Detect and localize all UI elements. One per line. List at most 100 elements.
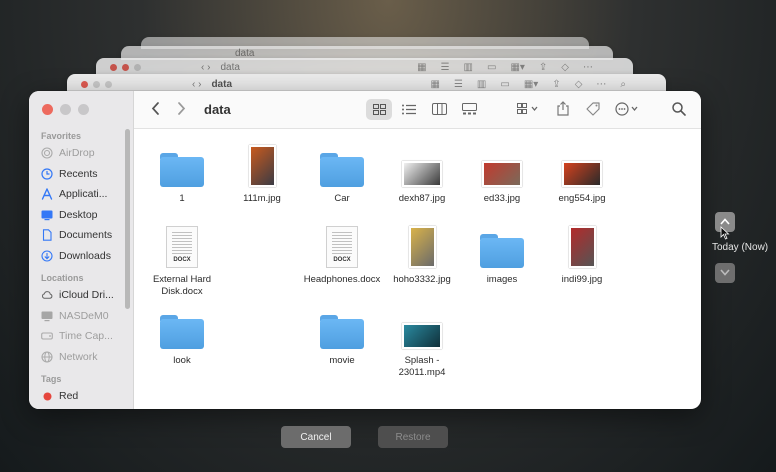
timeline-down-button[interactable] — [715, 263, 735, 283]
image-thumbnail — [568, 220, 596, 268]
file-item[interactable]: dexh87.jpg — [382, 139, 462, 205]
column-view-button[interactable] — [426, 99, 452, 120]
gallery-icon — [461, 102, 477, 118]
disk-icon — [41, 330, 53, 342]
file-item[interactable]: Car — [302, 139, 382, 205]
clock-icon — [41, 168, 53, 180]
locations-header: Locations — [41, 273, 84, 283]
finder-window: Favorites AirDrop Recents Applicati... Desk… — [29, 91, 701, 409]
sidebar: Favorites AirDrop Recents Applicati... Desk… — [29, 91, 134, 409]
sidebar-item-label: Downloads — [59, 249, 111, 262]
grid-icon — [372, 102, 386, 118]
minimize-button[interactable] — [60, 103, 71, 115]
cloud-icon — [41, 289, 53, 301]
file-name: Headphones.docx — [303, 274, 381, 285]
ghost-title: data — [211, 78, 233, 90]
folder-icon — [160, 301, 204, 349]
zoom-button[interactable] — [78, 103, 89, 115]
tag-dot-icon — [41, 390, 53, 402]
favorites-header: Favorites — [41, 131, 82, 141]
file-item[interactable]: 111m.jpg — [222, 139, 302, 205]
sidebar-item-label: iCloud Dri... — [59, 289, 114, 302]
sidebar-item-favorite-4[interactable]: Documents — [29, 225, 133, 246]
sidebar-item-favorite-3[interactable]: Desktop — [29, 205, 133, 226]
airdrop-icon — [41, 147, 53, 159]
view-switcher — [366, 99, 482, 120]
sidebar-item-favorite-5[interactable]: Downloads — [29, 246, 133, 267]
image-thumbnail — [408, 220, 436, 268]
window-title: data — [204, 102, 231, 117]
sidebar-item-label: Desktop — [59, 208, 98, 221]
file-name: indi99.jpg — [561, 274, 603, 285]
cancel-button[interactable]: Cancel — [281, 426, 351, 448]
file-name: images — [486, 274, 518, 285]
file-item[interactable]: movie — [302, 301, 382, 367]
sidebar-item-label: Time Cap... — [59, 330, 113, 343]
file-name: dexh87.jpg — [398, 193, 446, 204]
sidebar-item-location-3[interactable]: Network — [29, 347, 133, 368]
share-icon — [557, 101, 569, 119]
action-menu-button[interactable] — [615, 102, 641, 119]
desktop-icon — [41, 209, 53, 221]
folder-icon — [480, 220, 524, 268]
list-icon — [402, 102, 416, 118]
tag-icon — [586, 102, 601, 119]
sidebar-item-favorite-1[interactable]: Recents — [29, 164, 133, 185]
toolbar: data — [134, 91, 701, 129]
icon-view-button[interactable] — [366, 99, 392, 120]
tag-button[interactable] — [586, 102, 601, 119]
image-thumbnail — [482, 139, 522, 187]
file-name: hoho3332.jpg — [393, 274, 451, 285]
sidebar-item-label: Documents — [59, 229, 113, 242]
sidebar-item-label: Network — [59, 350, 98, 363]
share-button[interactable] — [557, 101, 569, 119]
search-button[interactable] — [672, 102, 686, 119]
ghost-title: data — [235, 47, 255, 59]
file-name: movie — [329, 355, 355, 366]
close-button[interactable] — [42, 103, 53, 115]
search-icon — [672, 102, 686, 119]
ghost-title: data — [220, 61, 240, 73]
file-item[interactable]: Splash - 23011.mp4 — [382, 301, 462, 379]
traffic-lights — [29, 101, 133, 117]
sidebar-item-label: NASDeM0 — [59, 309, 109, 322]
sidebar-item-location-0[interactable]: iCloud Dri... — [29, 285, 133, 306]
video-thumbnail — [402, 301, 442, 349]
file-name: External Hard Disk.docx — [152, 274, 212, 297]
forward-button[interactable] — [174, 101, 188, 118]
file-item[interactable]: eng554.jpg — [542, 139, 622, 205]
file-item[interactable]: hoho3332.jpg — [382, 220, 462, 286]
back-button[interactable] — [148, 101, 162, 118]
sidebar-scrollbar[interactable] — [125, 129, 130, 309]
docx-file-icon: DOCX — [326, 220, 358, 268]
image-thumbnail — [562, 139, 602, 187]
download-icon — [41, 250, 53, 262]
sidebar-item-favorite-0[interactable]: AirDrop — [29, 143, 133, 164]
file-item[interactable]: indi99.jpg — [542, 220, 622, 286]
file-item[interactable]: DOCX Headphones.docx — [302, 220, 382, 286]
gallery-view-button[interactable] — [456, 99, 482, 120]
ellipsis-circle-icon — [615, 102, 641, 119]
file-item[interactable]: 1 — [142, 139, 222, 205]
list-view-button[interactable] — [396, 99, 422, 120]
restore-button[interactable]: Restore — [378, 426, 448, 448]
file-item[interactable]: DOCX External Hard Disk.docx — [142, 220, 222, 298]
file-item[interactable]: images — [462, 220, 542, 286]
group-by-button[interactable] — [517, 102, 539, 118]
docx-file-icon: DOCX — [166, 220, 198, 268]
chevron-left-icon — [151, 101, 160, 118]
file-item[interactable]: ed33.jpg — [462, 139, 542, 205]
display-icon — [41, 310, 53, 322]
sidebar-item-location-2[interactable]: Time Cap... — [29, 326, 133, 347]
chevron-down-icon — [720, 268, 730, 279]
file-item[interactable]: look — [142, 301, 222, 367]
image-thumbnail — [402, 139, 442, 187]
file-name: Splash - 23011.mp4 — [398, 355, 446, 378]
group-grid-icon — [517, 102, 539, 118]
columns-icon — [431, 102, 447, 118]
applications-icon — [41, 188, 53, 200]
sidebar-item-tag-0[interactable]: Red — [29, 386, 133, 407]
sidebar-item-favorite-2[interactable]: Applicati... — [29, 184, 133, 205]
sidebar-item-location-1[interactable]: NASDeM0 — [29, 306, 133, 327]
timeline: Today (Now) — [712, 212, 772, 283]
